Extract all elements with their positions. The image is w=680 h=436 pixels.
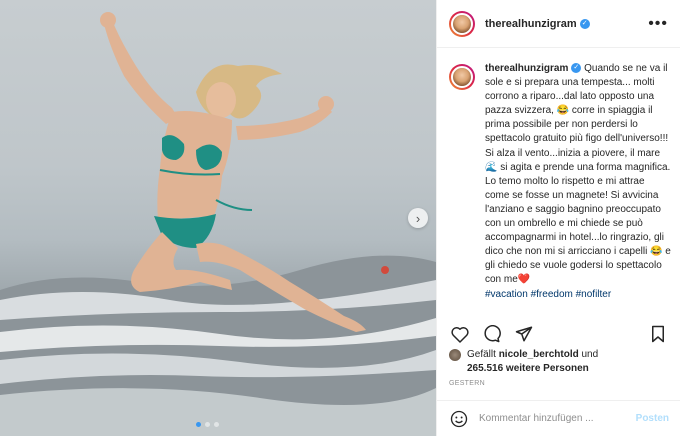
- caption-text: therealhunzigram ✓ Quando se ne va il sol…: [485, 62, 671, 302]
- username-link[interactable]: therealhunzigram: [485, 18, 577, 30]
- carousel-dots: [196, 422, 219, 427]
- beach-photo-illustration: [0, 12, 436, 436]
- share-icon[interactable]: [513, 323, 535, 345]
- carousel-dot: [205, 422, 210, 427]
- avatar[interactable]: [449, 10, 475, 37]
- liker-avatar[interactable]: [449, 349, 461, 361]
- liker-username[interactable]: nicole_berchtold: [499, 349, 579, 360]
- caption-avatar[interactable]: [449, 64, 475, 90]
- comment-input[interactable]: Kommentar hinzufügen ...: [479, 413, 594, 424]
- verified-badge-icon: ✓: [579, 18, 590, 29]
- caption-body: Quando se ne va il sole e si prepara una…: [485, 63, 671, 286]
- caption-username[interactable]: therealhunzigram: [485, 63, 568, 74]
- chevron-right-icon: ›: [415, 210, 421, 226]
- post-comment-button[interactable]: Posten: [636, 413, 669, 424]
- caption-hashtags[interactable]: #vacation #freedom #nofilter: [485, 289, 611, 300]
- likes-summary: Gefällt nicole_berchtold und 265.516 wei…: [449, 348, 674, 376]
- like-heart-icon[interactable]: [449, 323, 471, 345]
- comment-icon[interactable]: [481, 323, 503, 345]
- post-photo[interactable]: ›: [0, 0, 436, 436]
- caption: therealhunzigram ✓ Quando se ne va il sol…: [437, 62, 680, 302]
- post-header: therealhunzigram ✓ •••: [437, 0, 680, 48]
- carousel-dot: [196, 422, 201, 427]
- more-options-icon[interactable]: •••: [648, 15, 668, 33]
- likes-count[interactable]: 265.516 weitere Personen: [467, 363, 589, 374]
- emoji-icon[interactable]: [449, 409, 469, 429]
- post-actions: [437, 320, 680, 348]
- bookmark-icon[interactable]: [647, 323, 669, 345]
- carousel-dot: [214, 422, 219, 427]
- post-date[interactable]: GESTERN: [449, 380, 485, 387]
- verified-badge-icon: ✓: [571, 63, 582, 74]
- likes-conjunction: und: [581, 349, 599, 360]
- post-side-panel: therealhunzigram ✓ ••• therealhunzigram ✓…: [436, 0, 680, 436]
- likes-prefix: Gefällt: [467, 349, 496, 360]
- comment-bar: Kommentar hinzufügen ... Posten: [437, 400, 680, 436]
- next-photo-button[interactable]: ›: [408, 208, 428, 228]
